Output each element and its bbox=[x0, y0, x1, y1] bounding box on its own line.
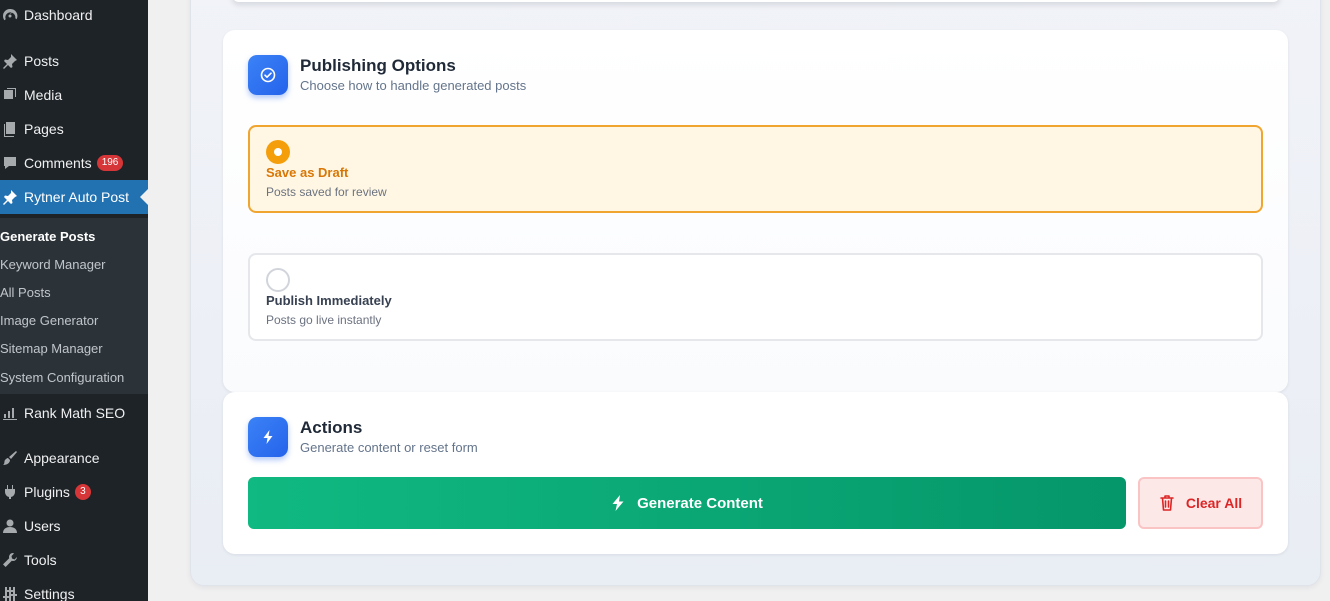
plugin-icon bbox=[0, 482, 20, 502]
plugins-count-badge: 3 bbox=[74, 484, 91, 500]
comments-count-badge: 196 bbox=[96, 155, 124, 171]
check-circle-icon bbox=[248, 55, 288, 95]
menu-label: Media bbox=[24, 87, 63, 103]
menu-item-users[interactable]: Users bbox=[0, 509, 148, 543]
bolt-icon bbox=[248, 417, 288, 457]
menu-item-pages[interactable]: Pages bbox=[0, 112, 148, 146]
clear-label: Clear All bbox=[1185, 495, 1243, 511]
menu-label: Comments bbox=[24, 155, 92, 171]
submenu-item-system-configuration[interactable]: System Configuration bbox=[0, 363, 148, 391]
clear-all-button[interactable]: Clear All bbox=[1138, 477, 1263, 529]
menu-item-posts[interactable]: Posts bbox=[0, 44, 148, 78]
submenu-item-keyword-manager[interactable]: Keyword Manager bbox=[0, 250, 148, 278]
section-subtitle: Generate content or reset form bbox=[300, 440, 478, 455]
submenu-item-image-generator[interactable]: Image Generator bbox=[0, 306, 148, 334]
section-subtitle: Choose how to handle generated posts bbox=[300, 78, 527, 93]
menu-label: Rank Math SEO bbox=[24, 405, 126, 421]
section-title: Actions bbox=[300, 418, 363, 437]
actions-header: Actions Generate content or reset form bbox=[248, 417, 478, 457]
pin-icon bbox=[0, 187, 20, 207]
menu-label: Settings bbox=[24, 586, 75, 601]
menu-item-media[interactable]: Media bbox=[0, 78, 148, 112]
wrench-icon bbox=[0, 550, 20, 570]
pin-icon bbox=[0, 51, 20, 71]
menu-label: Dashboard bbox=[24, 7, 93, 23]
dashboard-icon bbox=[0, 5, 20, 25]
menu-label: Posts bbox=[24, 53, 60, 69]
section-title: Publishing Options bbox=[300, 56, 456, 75]
option-save-as-draft[interactable]: Save as Draft Posts saved for review bbox=[248, 125, 1263, 213]
main-content: Publishing Options Choose how to handle … bbox=[148, 0, 1330, 601]
menu-label: Rytner Auto Post bbox=[24, 189, 130, 205]
menu-item-appearance[interactable]: Appearance bbox=[0, 441, 148, 475]
menu-label: Plugins bbox=[24, 484, 70, 500]
menu-label: Users bbox=[24, 518, 61, 534]
actions-card: Actions Generate content or reset form G… bbox=[223, 392, 1288, 554]
generate-label: Generate Content bbox=[637, 494, 763, 512]
menu-item-tools[interactable]: Tools bbox=[0, 543, 148, 577]
submenu-item-all-posts[interactable]: All Posts bbox=[0, 278, 148, 306]
comment-icon bbox=[0, 153, 20, 173]
menu-item-rank-math-seo[interactable]: Rank Math SEO bbox=[0, 396, 148, 430]
menu-item-dashboard[interactable]: Dashboard bbox=[0, 0, 148, 32]
menu-label: Appearance bbox=[24, 450, 100, 466]
draft-radio[interactable] bbox=[266, 140, 290, 164]
option-title: Publish Immediately bbox=[266, 293, 392, 308]
publish-radio[interactable] bbox=[266, 268, 290, 292]
menu-label: Tools bbox=[24, 552, 57, 568]
submenu-item-generate-posts[interactable]: Generate Posts bbox=[0, 222, 148, 250]
menu-label: Pages bbox=[24, 121, 64, 137]
settings-icon bbox=[0, 584, 20, 601]
pages-icon bbox=[0, 119, 20, 139]
menu-item-rytner-auto-post[interactable]: Rytner Auto Post bbox=[0, 180, 148, 214]
option-description: Posts saved for review bbox=[266, 185, 387, 199]
brush-icon bbox=[0, 448, 20, 468]
option-description: Posts go live instantly bbox=[266, 313, 382, 327]
rytner-submenu: Generate Posts Keyword Manager All Posts… bbox=[0, 218, 148, 394]
option-title: Save as Draft bbox=[266, 165, 349, 180]
publishing-header: Publishing Options Choose how to handle … bbox=[248, 55, 526, 95]
menu-item-settings[interactable]: Settings bbox=[0, 577, 148, 601]
submenu-item-sitemap-manager[interactable]: Sitemap Manager bbox=[0, 334, 148, 362]
menu-item-plugins[interactable]: Plugins 3 bbox=[0, 475, 148, 509]
bolt-icon bbox=[612, 495, 624, 511]
publishing-options-card: Publishing Options Choose how to handle … bbox=[223, 30, 1288, 392]
media-icon bbox=[0, 85, 20, 105]
user-icon bbox=[0, 516, 20, 536]
option-publish-immediately[interactable]: Publish Immediately Posts go live instan… bbox=[248, 253, 1263, 341]
previous-card-edge bbox=[232, 0, 1280, 2]
admin-sidebar: Dashboard Posts Media Pages Comments 196… bbox=[0, 0, 148, 601]
trash-icon bbox=[1160, 495, 1174, 511]
chart-icon bbox=[0, 403, 20, 423]
generate-content-button[interactable]: Generate Content bbox=[248, 477, 1126, 529]
menu-item-comments[interactable]: Comments 196 bbox=[0, 146, 148, 180]
